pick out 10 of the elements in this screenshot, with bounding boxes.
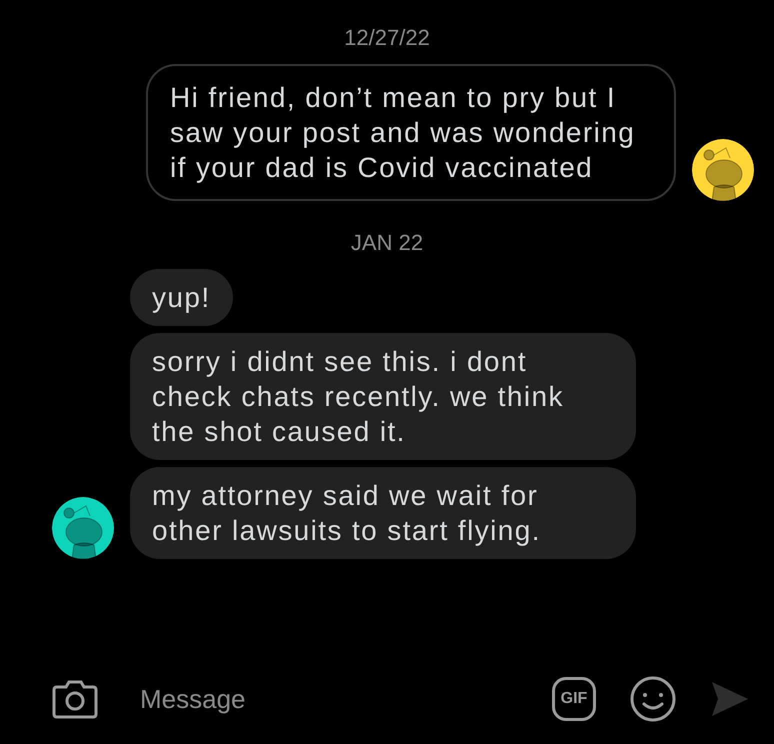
emoji-icon[interactable] bbox=[630, 676, 676, 722]
message-bubble: Hi friend, don’t mean to pry but I saw your post and was wondering if your dad is Covid vaccinated bbox=[146, 64, 676, 201]
message-field[interactable]: Message bbox=[140, 680, 532, 718]
message-bubble: sorry i didnt see this. i dont check chats recently. we think the shot caused it. bbox=[130, 333, 636, 460]
message-bubble: yup! bbox=[130, 269, 233, 326]
date-label: JAN 22 bbox=[350, 228, 424, 256]
date-label: 12/27/22 bbox=[344, 24, 430, 52]
gif-button[interactable]: GIF bbox=[552, 677, 596, 721]
camera-icon[interactable] bbox=[52, 679, 98, 719]
message-bubble: my attorney said we wait for other lawsuits to start flying. bbox=[130, 467, 636, 559]
